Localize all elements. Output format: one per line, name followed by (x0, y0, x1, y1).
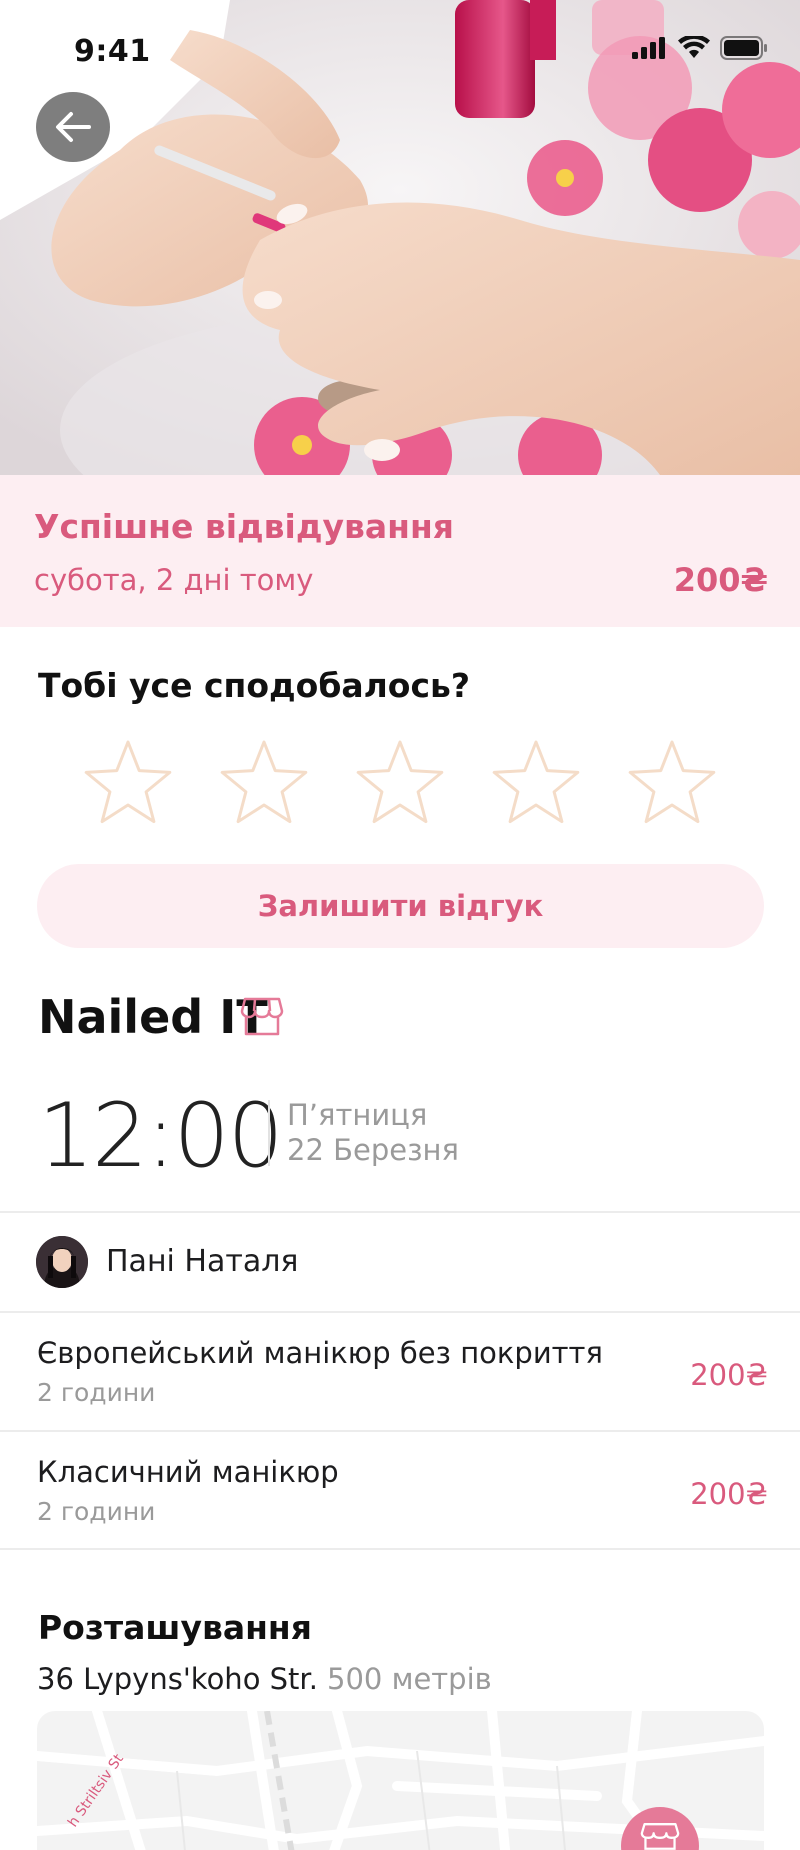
appointment-day: П’ятниця (287, 1098, 428, 1132)
visit-summary: Успішне відвідування субота, 2 дні тому … (0, 475, 800, 627)
storefront-icon[interactable] (240, 994, 284, 1038)
location-address: 36 Lypyns'koho Str. (37, 1662, 318, 1696)
service-item: Європейський манікюр без покриття 2 годи… (0, 1312, 800, 1430)
salon-name: Nailed IT (38, 990, 268, 1044)
service-price: 200₴ (690, 1358, 768, 1392)
star-icon[interactable] (624, 738, 720, 830)
star-icon[interactable] (80, 738, 176, 830)
service-name: Європейський манікюр без покриття (37, 1336, 603, 1370)
service-name: Класичний манікюр (37, 1455, 339, 1489)
rating-question: Тобі усе сподобалось? (38, 666, 471, 705)
wifi-icon (678, 36, 710, 58)
storefront-icon (640, 1823, 680, 1850)
service-price: 200₴ (690, 1477, 768, 1511)
appointment-date: 22 Березня (287, 1133, 459, 1167)
service-duration: 2 години (37, 1497, 156, 1526)
star-icon[interactable] (216, 738, 312, 830)
status-bar: 9:41 (0, 0, 800, 100)
visit-date: субота, 2 дні тому (34, 563, 314, 597)
master-row[interactable]: Пані Наталя (0, 1214, 800, 1312)
master-name: Пані Наталя (106, 1244, 299, 1279)
master-avatar (36, 1236, 88, 1288)
appointment-time: 12:00 (38, 1084, 284, 1187)
divider (0, 1211, 800, 1213)
star-icon[interactable] (352, 738, 448, 830)
battery-icon (720, 36, 767, 60)
status-icons (632, 36, 768, 60)
service-duration: 2 години (37, 1378, 156, 1407)
back-arrow-icon (56, 112, 91, 142)
status-time: 9:41 (74, 34, 151, 69)
signal-icon (632, 37, 665, 59)
visit-status-title: Успішне відвідування (34, 507, 454, 546)
star-icon[interactable] (488, 738, 584, 830)
avatar-photo (36, 1236, 88, 1288)
rating-stars (80, 738, 730, 830)
location-title: Розташування (38, 1608, 312, 1647)
service-item: Класичний манікюр 2 години 200₴ (0, 1431, 800, 1549)
divider (0, 1548, 800, 1550)
location-map[interactable]: h Striltsiv St (37, 1711, 764, 1850)
time-divider (268, 1100, 270, 1166)
visit-total-price: 200₴ (673, 561, 768, 599)
location-distance: 500 метрів (327, 1662, 492, 1696)
back-button[interactable] (36, 92, 110, 162)
leave-review-button[interactable]: Залишити відгук (37, 864, 764, 948)
